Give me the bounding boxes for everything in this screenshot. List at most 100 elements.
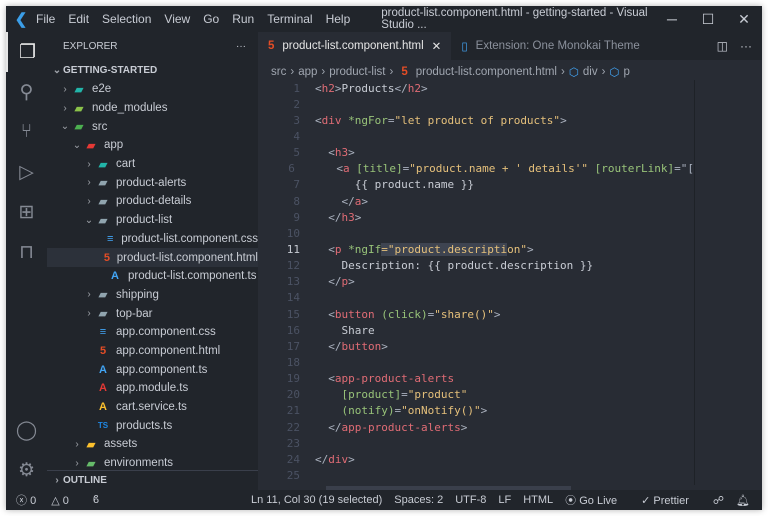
code-line[interactable]: 13 </p> bbox=[258, 274, 694, 290]
tree-item[interactable]: 5 app.component.html bbox=[47, 342, 258, 361]
tree-item[interactable]: TS products.ts bbox=[47, 416, 258, 435]
breadcrumb-item[interactable]: product-list.component.html bbox=[416, 66, 557, 78]
code-line[interactable]: 5 <h3> bbox=[258, 145, 694, 161]
css-icon: ≡ bbox=[106, 232, 114, 245]
menu-terminal[interactable]: Terminal bbox=[267, 12, 312, 26]
breadcrumb-item[interactable]: product-list bbox=[329, 66, 385, 78]
close-button[interactable]: ✕ bbox=[726, 11, 762, 28]
source-control-icon[interactable]: ⑂ bbox=[6, 112, 47, 152]
menu-help[interactable]: Help bbox=[326, 12, 351, 26]
code-line[interactable]: 9 </h3> bbox=[258, 209, 694, 225]
settings-gear-icon[interactable]: ⚙ bbox=[6, 450, 47, 490]
workspace-section[interactable]: ⌄ GETTING-STARTED bbox=[47, 60, 258, 80]
code-line[interactable]: 17 </button> bbox=[258, 338, 694, 354]
tab-product-list-html[interactable]: 5 product-list.component.html ✕ bbox=[258, 32, 452, 60]
code-line[interactable]: 10 bbox=[258, 225, 694, 241]
line-ending[interactable]: LF bbox=[498, 494, 511, 506]
minimize-button[interactable]: ─ bbox=[654, 11, 690, 27]
minimap[interactable] bbox=[694, 80, 754, 485]
feedback-icon[interactable]: ☍ bbox=[713, 494, 724, 507]
indentation[interactable]: Spaces: 2 bbox=[394, 494, 443, 506]
code-line[interactable]: 6 <a [title]="product.name + ' details'"… bbox=[258, 161, 694, 177]
code-line[interactable]: 19 <app-product-alerts bbox=[258, 371, 694, 387]
code-line[interactable]: 3 <div *ngFor="let product of products"> bbox=[258, 112, 694, 128]
tree-item[interactable]: Aproduct-list.component.ts bbox=[47, 267, 258, 286]
go-live-button[interactable]: ⦿ Go Live bbox=[565, 492, 629, 508]
code-line[interactable]: 25 bbox=[258, 467, 694, 483]
breadcrumb-item[interactable]: div bbox=[583, 66, 598, 78]
code-line[interactable]: 15 <button (click)="share()"> bbox=[258, 306, 694, 322]
code-token: > bbox=[361, 194, 368, 208]
extensions-icon[interactable]: ⊞ bbox=[6, 192, 47, 232]
tab-extension[interactable]: ▯ Extension: One Monokai Theme bbox=[451, 32, 649, 60]
breadcrumb-item[interactable]: src bbox=[271, 66, 286, 78]
code-line[interactable]: 12 Description: {{ product.description }… bbox=[258, 258, 694, 274]
language-mode[interactable]: HTML bbox=[523, 494, 553, 506]
code-token: > bbox=[420, 81, 428, 95]
code-line[interactable]: 14 bbox=[258, 290, 694, 306]
prettier-button[interactable]: ✓ Prettier bbox=[641, 494, 701, 507]
tree-item[interactable]: Aapp.module.ts bbox=[47, 379, 258, 398]
tree-item[interactable]: › ▰ top-bar bbox=[47, 304, 258, 323]
css-icon: ≡ bbox=[99, 326, 107, 339]
activity-bar: ❐ ⚲ ⑂ ▷ ⊞ ⊓ ◯ ⚙ bbox=[6, 32, 47, 490]
code-editor[interactable]: 1 <h2>Products</h2> 2 3 <div *ngFor="let pro… bbox=[258, 80, 694, 485]
explorer-icon[interactable]: ❐ bbox=[6, 32, 47, 72]
tree-item[interactable]: ≡ app.component.css bbox=[47, 323, 258, 342]
menu-selection[interactable]: Selection bbox=[102, 12, 151, 26]
code-line[interactable]: 20 [product]="product" bbox=[258, 387, 694, 403]
code-token: ="product.descripti bbox=[381, 242, 508, 256]
tree-item[interactable]: ⌄ ▰ app bbox=[47, 136, 258, 155]
branch-icon[interactable]: ϐ bbox=[93, 494, 99, 506]
code-line[interactable]: 24 </div> bbox=[258, 451, 694, 467]
tree-item[interactable]: › ▰ product-details bbox=[47, 192, 258, 211]
code-line[interactable]: 23 bbox=[258, 435, 694, 451]
menu-view[interactable]: View bbox=[164, 12, 190, 26]
code-line[interactable]: 7 {{ product.name }} bbox=[258, 177, 694, 193]
code-line[interactable]: 8 </a> bbox=[258, 193, 694, 209]
code-token: </ bbox=[315, 452, 329, 466]
tree-item[interactable]: › ▰ assets bbox=[47, 435, 258, 454]
tree-item[interactable]: › ▰ shipping bbox=[47, 286, 258, 305]
menu-run[interactable]: Run bbox=[232, 12, 254, 26]
breadcrumb-item[interactable]: app bbox=[298, 66, 317, 78]
run-debug-icon[interactable]: ▷ bbox=[6, 152, 47, 192]
tree-item[interactable]: › ▰ node_modules bbox=[47, 99, 258, 118]
tree-item[interactable]: 5 product-list.component.html bbox=[47, 248, 258, 267]
menu-file[interactable]: File bbox=[36, 12, 55, 26]
code-line[interactable]: 11 <p *ngIf="product.description"> bbox=[258, 241, 694, 257]
tree-item[interactable]: › ▰ cart bbox=[47, 155, 258, 174]
breadcrumb-item[interactable]: p bbox=[623, 66, 629, 78]
code-line[interactable]: 2 bbox=[258, 96, 694, 112]
code-line[interactable]: 16 Share bbox=[258, 322, 694, 338]
line-number: 5 bbox=[293, 146, 300, 160]
tree-item[interactable]: Acart.service.ts bbox=[47, 398, 258, 417]
tree-item[interactable]: ≡ product-list.component.css bbox=[47, 230, 258, 249]
code-line[interactable]: 1 <h2>Products</h2> bbox=[258, 80, 694, 96]
tree-item[interactable]: › ▰ product-alerts bbox=[47, 173, 258, 192]
code-line[interactable]: 22 </app-product-alerts> bbox=[258, 419, 694, 435]
menu-go[interactable]: Go bbox=[203, 12, 219, 26]
tree-item[interactable]: ⌄ ▰ product-list bbox=[47, 211, 258, 230]
code-line[interactable]: 4 bbox=[258, 128, 694, 144]
close-tab-icon[interactable]: ✕ bbox=[432, 39, 442, 53]
problems-indicator[interactable]: ⓧ 0 △ 0 bbox=[16, 492, 81, 508]
code-line[interactable]: 21 (notify)="onNotify()"> bbox=[258, 403, 694, 419]
tree-item[interactable]: Aapp.component.ts bbox=[47, 360, 258, 379]
menu-edit[interactable]: Edit bbox=[68, 12, 89, 26]
account-icon[interactable]: ◯ bbox=[6, 410, 47, 450]
notifications-icon[interactable]: 🔔︎ bbox=[736, 494, 750, 507]
bookmark-icon[interactable]: ⊓ bbox=[6, 232, 47, 272]
maximize-button[interactable]: ☐ bbox=[690, 11, 726, 28]
split-editor-icon[interactable]: ◫ bbox=[717, 39, 728, 53]
code-token: < bbox=[315, 372, 335, 386]
more-actions-icon[interactable]: ··· bbox=[740, 39, 752, 53]
tree-item[interactable]: ⌄ ▰ src bbox=[47, 117, 258, 136]
more-actions-icon[interactable]: ··· bbox=[236, 41, 246, 52]
encoding[interactable]: UTF-8 bbox=[455, 494, 486, 506]
search-icon[interactable]: ⚲ bbox=[6, 72, 47, 112]
tree-item[interactable]: › ▰ e2e bbox=[47, 80, 258, 99]
outline-section[interactable]: › OUTLINE bbox=[47, 470, 258, 490]
code-line[interactable]: 18 bbox=[258, 354, 694, 370]
cursor-position[interactable]: Ln 11, Col 30 (19 selected) bbox=[251, 494, 382, 506]
